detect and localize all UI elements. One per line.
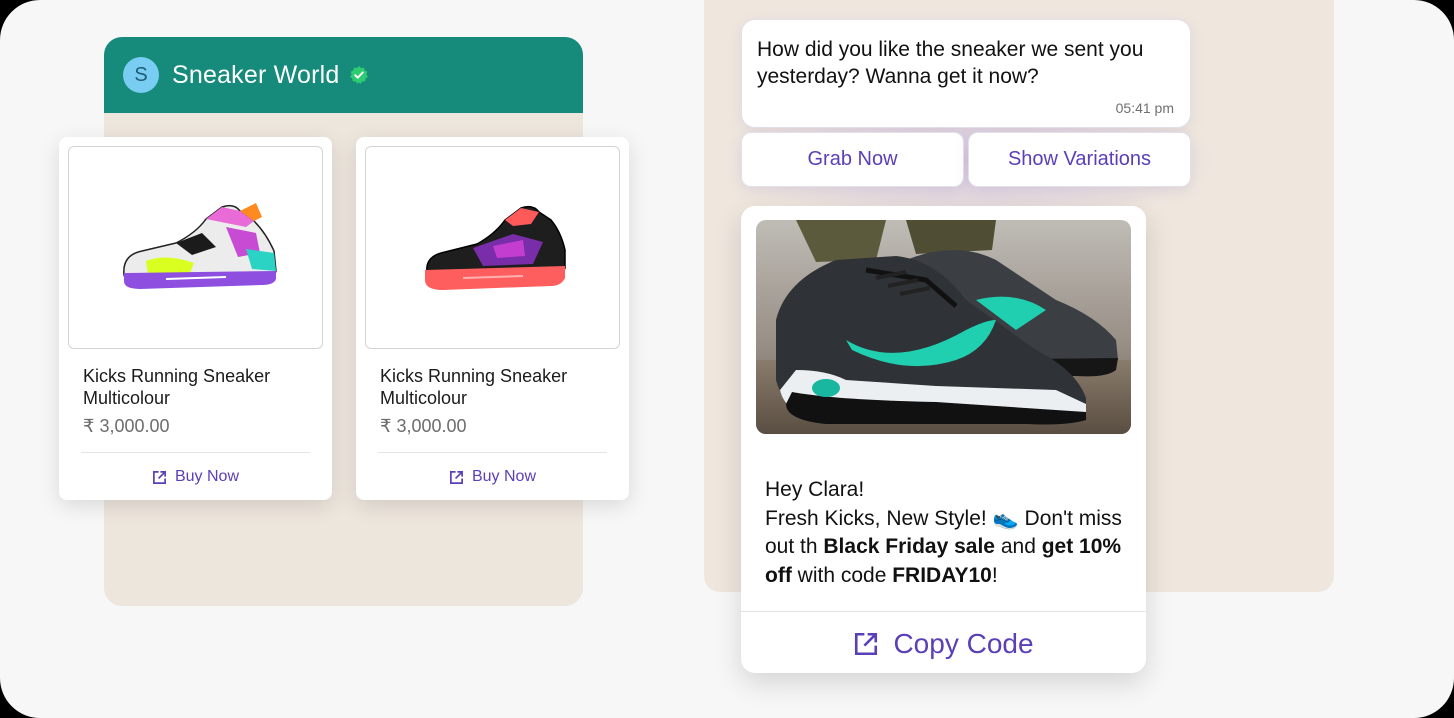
divider (81, 452, 310, 453)
product-name: Kicks Running Sneaker Multicolour (380, 366, 568, 408)
show-variations-button[interactable]: Show Variations (968, 132, 1191, 187)
product-image[interactable] (365, 146, 620, 349)
sneaker-photo (756, 220, 1131, 434)
promo-line: Fresh Kicks, New Style! (765, 506, 993, 530)
buy-now-label: Buy Now (174, 468, 240, 485)
promo-sneaker-image (756, 220, 1131, 434)
sneaker-emoji-icon: 👟 (992, 506, 1019, 530)
avatar[interactable]: S (123, 57, 159, 93)
business-name: Sneaker World (172, 60, 340, 89)
divider (378, 452, 607, 453)
product-price: ₹ 3,000.00 (380, 416, 467, 436)
copy-code-button[interactable]: Copy Code (741, 624, 1146, 664)
promo-code: FRIDAY10 (892, 563, 992, 587)
promo-text: Hey Clara! Fresh Kicks, New Style! 👟 Don… (765, 476, 1130, 590)
divider (741, 611, 1146, 612)
external-link-icon (153, 470, 166, 484)
product-name: Kicks Running Sneaker Multicolour (83, 366, 271, 408)
product-card[interactable]: Kicks Running Sneaker Multicolour ₹ 3,00… (59, 137, 332, 500)
promo-sale: Black Friday sale (823, 535, 995, 558)
copy-code-label: Copy Code (893, 628, 1034, 659)
promo-text-part: with code (791, 563, 893, 587)
buy-now-button[interactable]: Buy Now (356, 467, 629, 487)
incoming-message: How did you like the sneaker we sent you… (741, 19, 1191, 128)
grab-now-button[interactable]: Grab Now (741, 132, 964, 187)
product-price: ₹ 3,000.00 (83, 416, 170, 436)
external-link-icon (450, 470, 463, 484)
verified-badge-icon (349, 66, 368, 84)
external-link-icon (855, 632, 878, 656)
sneaker-black-red-image (424, 205, 566, 290)
sneaker-multicolor-image (122, 202, 277, 289)
promo-greeting: Hey Clara! (765, 478, 865, 501)
message-text: How did you like the sneaker we sent you… (757, 38, 1144, 88)
chat-header: S Sneaker World (104, 37, 583, 113)
app-frame: S Sneaker World Kicks Running Sneaker Mu… (0, 0, 1454, 718)
message-timestamp: 05:41 pm (1115, 100, 1174, 116)
product-card[interactable]: Kicks Running Sneaker Multicolour ₹ 3,00… (356, 137, 629, 500)
product-image[interactable] (68, 146, 323, 349)
buy-now-button[interactable]: Buy Now (59, 467, 332, 487)
promo-message-card: Hey Clara! Fresh Kicks, New Style! 👟 Don… (741, 206, 1146, 673)
buy-now-label: Buy Now (471, 468, 537, 485)
promo-text-part: ! (991, 563, 998, 587)
promo-text-part: and (995, 535, 1042, 558)
